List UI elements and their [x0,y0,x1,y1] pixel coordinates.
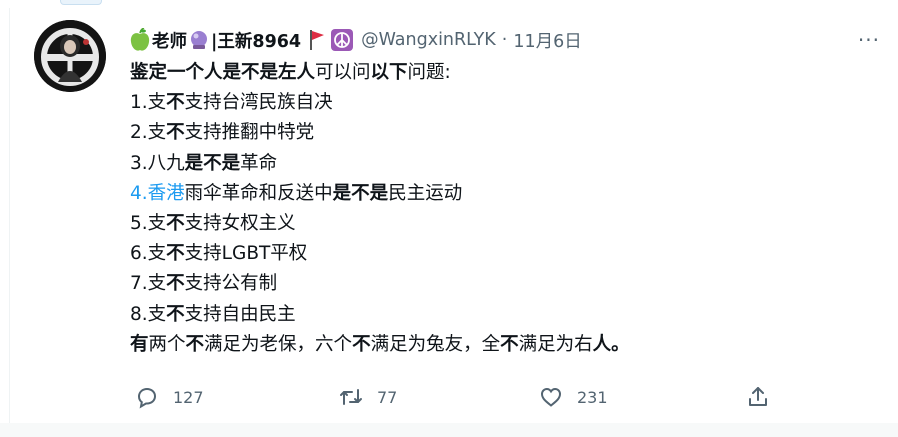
tweet-line: 鉴定一个人是不是左人可以问以下问题: [130,58,870,88]
text-segment: 满足为兔友，全 [370,333,501,355]
hashtag-link[interactable]: 4.香港 [130,183,185,204]
text-segment: 可以问 [315,62,371,83]
reply-count: 127 [173,387,204,407]
top-tab [60,0,102,5]
red-flag-icon [310,30,325,50]
text-segment: 民主运动 [388,182,463,204]
text-segment: 问题: [407,62,451,83]
author-name[interactable]: 老师 |王新8964 [130,28,301,53]
next-tweet-edge [0,423,898,437]
retweet-icon [340,389,362,405]
top-edge [0,0,898,3]
tweet-line: 2.支不支持推翻中特党 [130,118,870,148]
like-count: 231 [577,387,608,407]
bold-text: 以下 [370,62,408,83]
text-segment: 支持推翻中特党 [184,122,315,144]
text-segment: 6.支 [130,243,167,265]
text-segment: 2.支 [130,122,167,144]
like-button[interactable]: 231 [539,378,608,416]
bold-text: 不 [166,92,185,114]
text-segment: 支持台湾民族自决 [184,92,333,114]
bold-text: 是不是 [332,182,389,204]
tweet-line: 6.支不支持LGBT平权 [130,239,870,269]
bold-text: 不 [185,333,205,355]
peace-symbol-icon [331,29,354,51]
bold-text: 人。 [592,333,630,355]
text-segment: 支持LGBT平权 [184,243,308,265]
reply-icon [137,387,157,409]
retweet-count: 77 [377,387,398,407]
bold-text: 不 [166,122,185,144]
reply-button[interactable]: 127 [135,378,204,416]
text-segment: 3.八九 [130,152,185,174]
bold-text: 是不是 [184,152,241,174]
tweet-line: 有两个不满足为老保，六个不满足为兔友，全不满足为右人。 [130,330,870,360]
tweet-actions: 127 77 231 [130,378,770,416]
bold-text: 不 [166,273,185,295]
author-name-right: |王新8964 [211,31,302,52]
tweet-card[interactable]: 老师 |王新8964 @WangxinRLYK · 11月6日 ··· 鉴定一个… [9,8,898,424]
text-segment: 支持公有制 [184,273,278,295]
tweet-header: 老师 |王新8964 @WangxinRLYK · 11月6日 [130,22,582,58]
tweet-line: 5.支不支持女权主义 [130,209,870,239]
author-handle[interactable]: @WangxinRLYK [361,30,496,50]
text-segment: 两个 [148,333,186,355]
tweet-line: 3.八九是不是革命 [130,149,870,179]
text-segment: 5.支 [130,212,167,234]
separator-dot: · [501,30,508,50]
text-segment: 7.支 [130,273,167,295]
tweet-line: 1.支不支持台湾民族自决 [130,88,870,118]
text-segment: 支持自由民主 [184,303,296,325]
author-name-left: 老师 [152,31,187,52]
text-segment: 革命 [240,152,278,174]
bold-text: 不 [166,243,185,265]
tweet-line: 8.支不支持自由民主 [130,300,870,330]
share-button[interactable] [746,378,784,416]
text-segment: 8.支 [130,303,167,325]
retweet-button[interactable]: 77 [339,378,397,416]
tweet-text: 鉴定一个人是不是左人可以问以下问题: 1.支不支持台湾民族自决 2.支不支持推翻中… [130,58,870,360]
text-segment: 满足为老保，六个 [204,333,353,355]
text-segment: 1.支 [130,92,167,114]
crystal-ball-icon [191,31,207,49]
tweet-line: 4.香港雨伞革命和反送中是不是民主运动 [130,179,870,209]
bold-text: 有 [130,333,149,355]
tweet-line: 7.支不支持公有制 [130,269,870,299]
bold-text: 不 [166,212,185,234]
text-segment: 雨伞革命和反送中 [184,182,333,204]
share-icon [749,387,767,406]
bold-text: 不 [500,333,519,355]
bold-text: 不 [166,303,185,325]
avatar[interactable] [34,20,106,92]
text-segment: 支持女权主义 [184,212,296,234]
heart-icon [540,387,562,407]
tweet-date[interactable]: 11月6日 [513,28,581,53]
text-segment: 满足为右 [518,333,593,355]
bold-text: 不 [352,333,371,355]
green-apple-icon [130,28,150,51]
bold-text: 鉴定一个人是不是左人 [130,62,316,83]
more-options-icon[interactable]: ··· [858,28,880,52]
